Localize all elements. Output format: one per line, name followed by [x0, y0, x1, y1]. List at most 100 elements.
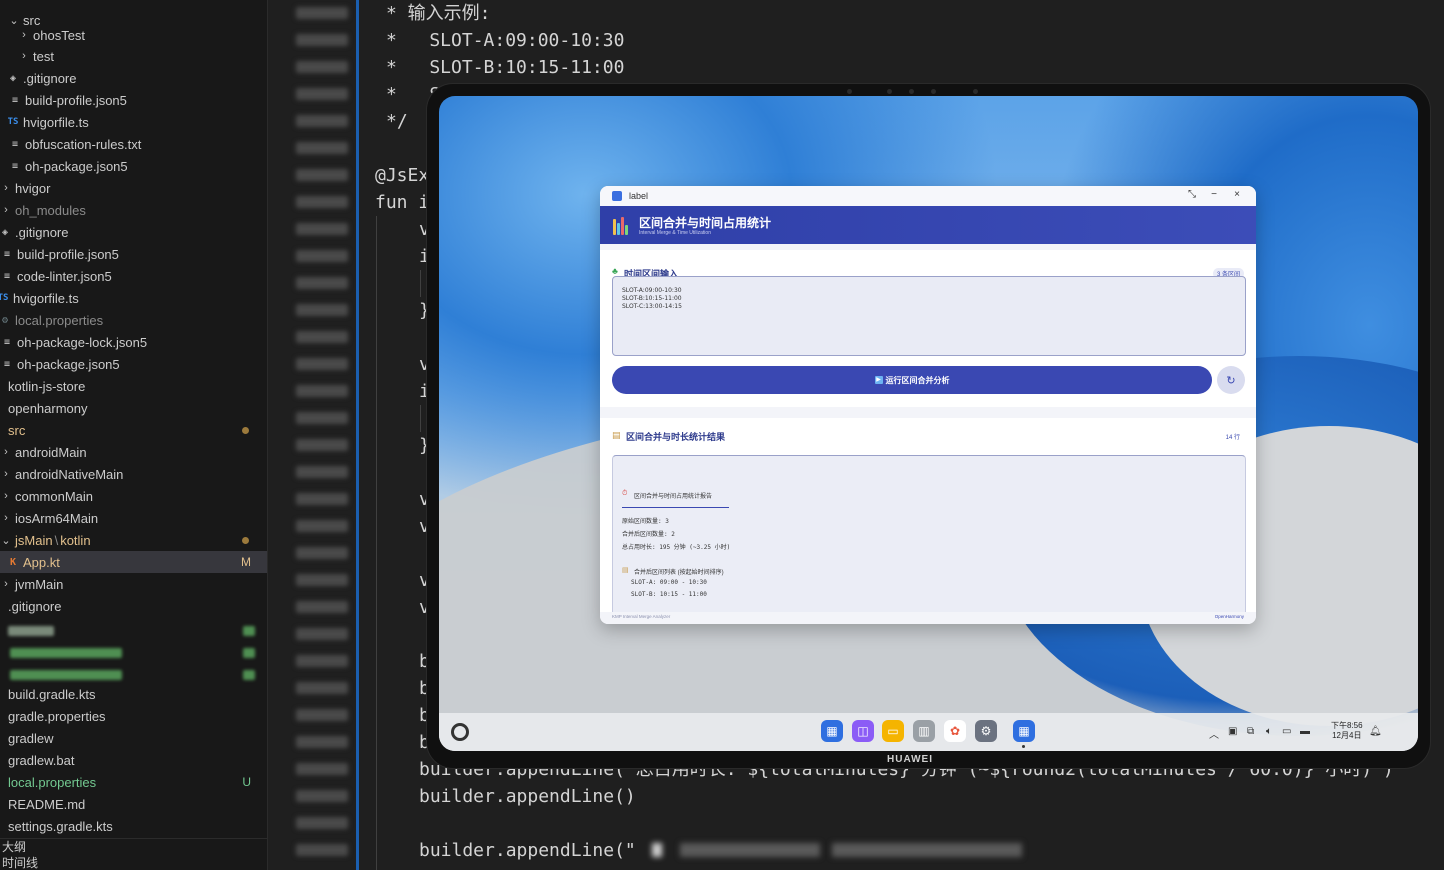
blurred-line-number — [296, 88, 348, 100]
chevron-right-icon[interactable]: › — [0, 468, 12, 480]
tree-item[interactable]: K App.kt M — [0, 551, 267, 573]
tree-item[interactable]: src — [0, 419, 267, 441]
window-title: label — [629, 191, 649, 201]
code-line: builder.appendLine(" — [419, 840, 636, 861]
code-line: * SLOT-B:10:15-11:00 — [386, 57, 625, 78]
window-titlebar[interactable]: label ⤡ − × — [600, 186, 1256, 206]
tree-item[interactable]: › ohosTest — [0, 24, 267, 46]
blurred-line-number — [296, 601, 348, 613]
tree-item-label: local.properties — [15, 312, 104, 328]
volume-icon[interactable]: 🔈︎ — [1266, 726, 1272, 737]
tree-item[interactable]: › oh_modules — [0, 199, 267, 221]
outline-section[interactable]: 大纲 — [0, 839, 267, 855]
tree-item[interactable]: TS hvigorfile.ts — [0, 111, 267, 133]
result-lines-badge: 14 行 — [1225, 435, 1240, 441]
chevron-right-icon[interactable]: › — [0, 204, 12, 216]
tree-item[interactable]: gradlew.bat — [0, 749, 267, 771]
display-icon[interactable]: ▭ — [1282, 726, 1291, 737]
tree-item[interactable]: › androidMain — [0, 441, 267, 463]
chevron-right-icon[interactable]: › — [0, 446, 12, 458]
screen-icon[interactable]: ⧉ — [1247, 726, 1254, 737]
tree-item[interactable]: README.md — [0, 793, 267, 815]
trash-icon[interactable]: ▥ — [913, 720, 935, 742]
file-type-icon: ≡ — [3, 270, 11, 282]
tree-item[interactable]: › commonMain — [0, 485, 267, 507]
tree-item[interactable]: settings.gradle.kts — [0, 815, 267, 837]
tree-item[interactable]: › androidNativeMain — [0, 463, 267, 485]
blurred-line-number — [296, 736, 348, 748]
tree-item[interactable]: › test — [0, 45, 267, 67]
tree-item[interactable]: ⚙ local.properties — [0, 309, 265, 331]
file-type-icon: ≡ — [3, 248, 11, 260]
reset-button[interactable]: ↻ — [1217, 366, 1245, 394]
tree-item[interactable]: .gitignore — [0, 595, 267, 617]
settings-icon[interactable]: ⚙ — [975, 720, 997, 742]
gallery-icon[interactable]: ◫ — [852, 720, 874, 742]
tree-item-label: .gitignore — [8, 598, 62, 614]
indent-guide — [420, 270, 421, 297]
tree-item-label: gradlew — [8, 730, 54, 746]
app-grid-icon[interactable]: ▦ — [821, 720, 843, 742]
tree-item-label: oh_modules — [15, 202, 86, 218]
photos-icon[interactable]: ✿ — [944, 720, 966, 742]
blurred-tree-badge — [243, 626, 255, 636]
tree-item[interactable]: gradlew — [0, 727, 267, 749]
restore-icon[interactable]: ⤡ — [1185, 189, 1199, 200]
tree-item[interactable]: local.properties U — [0, 771, 267, 793]
chevron-right-icon[interactable]: › — [18, 29, 30, 41]
tree-item[interactable]: ≡ oh-package-lock.json5 — [0, 331, 267, 353]
interval-input-textarea[interactable]: SLOT-A:09:00-10:30 SLOT-B:10:15-11:00 SL… — [612, 276, 1246, 356]
tree-item[interactable]: ≡ build-profile.json5 — [0, 243, 267, 265]
file-type-icon: ≡ — [3, 336, 11, 348]
tree-item[interactable]: openharmony — [0, 397, 267, 419]
running-app-icon[interactable]: ▦ — [1013, 720, 1035, 748]
timeline-section[interactable]: 时间线 — [0, 855, 267, 870]
tree-item[interactable]: › hvigor — [0, 177, 267, 199]
tree-item[interactable]: ≡ oh-package.json5 — [0, 353, 267, 375]
tree-item[interactable]: ≡ oh-package.json5 — [0, 155, 267, 177]
minimize-icon[interactable]: − — [1207, 189, 1221, 200]
chevron-right-icon[interactable]: › — [0, 578, 12, 590]
alarm-icon: ⏱ — [622, 490, 628, 497]
tree-item[interactable]: ⌄ jsMain \ kotlin — [0, 529, 267, 551]
tree-item[interactable]: kotlin-js-store — [0, 375, 267, 397]
result-output[interactable]: ⏱ 区间合并与时间占用统计报告 原始区间数量: 3 合并后区间数量: 2 总占用… — [612, 455, 1246, 612]
panel-footer: 大纲 时间线 — [0, 838, 267, 870]
tree-item[interactable]: TS hvigorfile.ts — [0, 287, 263, 309]
tree-item-label: .gitignore — [23, 70, 77, 86]
tree-item[interactable]: ◈ .gitignore — [0, 221, 265, 243]
tree-item[interactable]: build.gradle.kts — [0, 683, 267, 705]
tree-item[interactable]: ≡ code-linter.json5 — [0, 265, 267, 287]
code-line: @JsEx — [375, 165, 430, 186]
run-analysis-button[interactable]: ▶ 运行区间合并分析 — [612, 366, 1212, 394]
chevron-right-icon[interactable]: › — [18, 50, 30, 62]
chevron-right-icon[interactable]: › — [0, 182, 12, 194]
blurred-line-number — [296, 142, 348, 154]
bar-chart-icon — [613, 217, 631, 235]
chevron-down-icon[interactable]: ⌄ — [0, 534, 12, 547]
close-icon[interactable]: × — [1230, 189, 1244, 200]
clock-date: 12月4日 — [1332, 731, 1362, 740]
tree-item[interactable]: › jvmMain — [0, 573, 267, 595]
home-button[interactable] — [451, 723, 469, 741]
tree-item[interactable]: ≡ obfuscation-rules.txt — [0, 133, 267, 155]
blurred-line-number — [296, 61, 348, 73]
blurred-line-number — [296, 304, 348, 316]
blurred-line-number — [296, 169, 348, 181]
chevron-right-icon[interactable]: › — [0, 512, 12, 524]
battery-icon[interactable]: ▬ — [1300, 726, 1310, 737]
tree-item[interactable]: ◈ .gitignore — [0, 67, 267, 89]
bell-icon[interactable]: 🔔︎ — [1369, 726, 1382, 737]
chevron-right-icon[interactable]: › — [0, 490, 12, 502]
tree-item[interactable]: ≡ build-profile.json5 — [0, 89, 267, 111]
tree-item[interactable]: › iosArm64Main — [0, 507, 267, 529]
file-type-icon: ≡ — [11, 94, 19, 106]
system-clock[interactable]: 下午8:56 12月4日 — [1331, 721, 1363, 741]
input-line: SLOT-A:09:00-10:30 — [622, 287, 682, 294]
file-type-icon: K — [9, 556, 17, 568]
blurred-line-number — [296, 493, 348, 505]
notes-icon[interactable]: ▭ — [882, 720, 904, 742]
chevron-up-icon[interactable]: ︿ — [1209, 726, 1219, 741]
input-method-icon[interactable]: ▣ — [1228, 726, 1237, 737]
tree-item[interactable]: gradle.properties — [0, 705, 267, 727]
